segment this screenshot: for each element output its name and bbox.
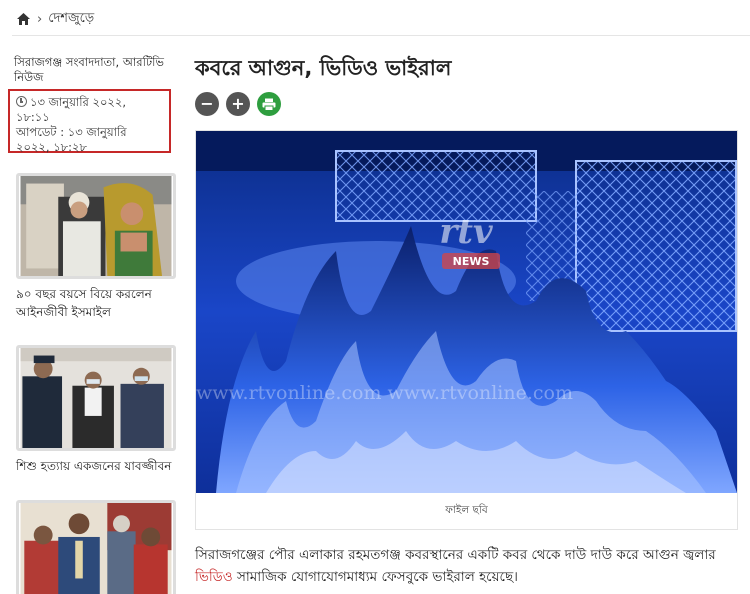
timestamp-box: ১৩ জানুয়ারি ২০২২, ১৮:১১ আপডেট : ১৩ জানু… (8, 89, 171, 154)
related-news-card[interactable]: ৯০ বছর বয়সে বিয়ে করলেন আইনজীবী ইসমাইল (16, 173, 176, 321)
related-news-thumbnail[interactable] (16, 173, 176, 279)
related-news-card[interactable]: শিশু হত্যায় একজনের যাবজ্জীবন (16, 345, 176, 475)
article-tools: − + (195, 92, 281, 116)
related-news-thumbnail[interactable] (16, 500, 176, 594)
increase-font-button[interactable]: + (226, 92, 250, 116)
image-caption: ফাইল ছবি (445, 504, 488, 516)
published-time-text: ১৩ জানুয়ারি ২০২২, ১৮:১১ (16, 95, 127, 124)
article-meta-sidebar: সিরাজগঞ্জ সংবাদদাতা, আরটিভি নিউজ ১৩ জানু… (8, 55, 183, 154)
updated-time: আপডেট : ১৩ জানুয়ারি ২০২২, ১৮:২৮ (16, 125, 127, 154)
related-news-title[interactable]: শিশু হত্যায় একজনের যাবজ্জীবন (16, 457, 176, 475)
home-icon[interactable] (16, 12, 31, 26)
article-body-text-cont: সামাজিক যোগাযোগমাধ্যম ফেসবুকে ভাইরাল হয়… (232, 569, 518, 585)
divider (12, 35, 750, 36)
article-body: সিরাজগঞ্জের পৌর এলাকার রহমতগঞ্জ কবরস্থান… (195, 544, 740, 588)
article-figure: rtv NEWS www.rtvonline.com www.rtvonline… (195, 130, 738, 530)
image-watermark: www.rtvonline.com www.rtvonline.com (196, 382, 573, 404)
image-logo-text: rtv (439, 212, 494, 252)
clock-icon (16, 96, 27, 107)
image-logo-badge: NEWS (453, 255, 490, 268)
author-byline: সিরাজগঞ্জ সংবাদদাতা, আরটিভি নিউজ (14, 55, 164, 84)
related-news-thumbnail[interactable] (16, 345, 176, 451)
print-button[interactable] (257, 92, 281, 116)
print-icon (262, 98, 276, 111)
related-news-card[interactable] (16, 500, 176, 594)
article-body-text: সিরাজগঞ্জের পৌর এলাকার রহমতগঞ্জ কবরস্থান… (195, 547, 716, 563)
chevron-right-icon: › (37, 11, 43, 27)
published-time: ১৩ জানুয়ারি ২০২২, ১৮:১১ (16, 95, 163, 125)
related-news-title[interactable]: ৯০ বছর বয়সে বিয়ে করলেন আইনজীবী ইসমাইল (16, 285, 176, 321)
article-image: rtv NEWS www.rtvonline.com www.rtvonline… (196, 131, 737, 493)
article-headline: কবরে আগুন, ভিডিও ভাইরাল (195, 56, 452, 80)
breadcrumb-section-link[interactable]: দেশজুড়ে (48, 9, 94, 30)
decrease-font-button[interactable]: − (195, 92, 219, 116)
breadcrumb: › দেশজুড়ে (16, 8, 94, 30)
video-link[interactable]: ভিডিও (195, 569, 233, 585)
